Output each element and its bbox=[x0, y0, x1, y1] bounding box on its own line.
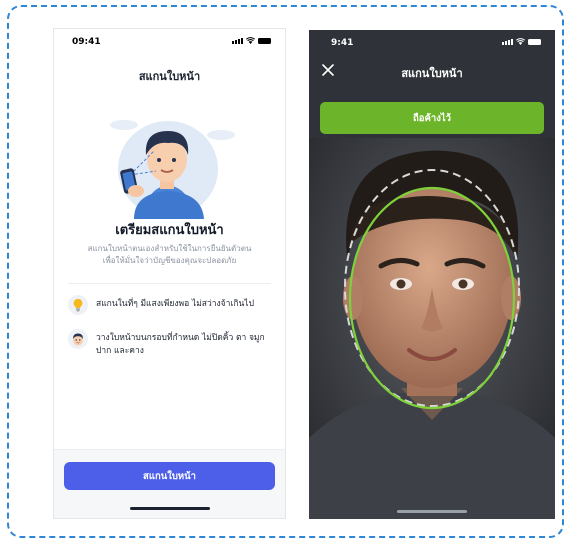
heading: เตรียมสแกนใบหน้า bbox=[115, 223, 224, 238]
bottom-sheet: สแกนใบหน้า bbox=[54, 449, 285, 518]
tip-lighting-text: สแกนในที่ๆ มีแสงเพียงพอ ไม่สว่างจ้าเกินไ… bbox=[96, 299, 254, 309]
lightbulb-icon bbox=[68, 295, 88, 315]
subtitle-line-1: สแกนใบหน้าตนเองสำหรับใช้ในการยืนยันตัวตน bbox=[87, 244, 252, 253]
status-icons bbox=[502, 38, 541, 45]
signal-icon bbox=[232, 38, 243, 44]
home-indicator bbox=[129, 507, 210, 510]
page-title: สแกนใบหน้า bbox=[138, 70, 201, 83]
intro-screen: 09:41 สแกนใบหน้า เตรียมสแกนใบหน้า สแกนใบ… bbox=[53, 28, 286, 519]
scanning-screen: 9:41 สแกนใบหน้า ถือค้างไว้ bbox=[309, 30, 555, 519]
battery-icon bbox=[258, 38, 271, 44]
status-time: 09:41 bbox=[72, 37, 101, 47]
status-icons bbox=[232, 37, 271, 44]
wifi-icon bbox=[246, 37, 255, 44]
wifi-icon bbox=[516, 38, 525, 45]
tip-lighting: สแกนในที่ๆ มีแสงเพียงพอ ไม่สว่างจ้าเกินไ… bbox=[68, 295, 275, 315]
battery-icon bbox=[528, 39, 541, 45]
subtitle-line-2: เพื่อให้มั่นใจว่าบัญชีของคุณจะปลอดภัย bbox=[102, 256, 237, 265]
tip-face-position: วางใบหน้าบนกรอบที่กำหนด ไม่ปิดคิ้ว ตา จม… bbox=[68, 329, 275, 358]
tip-face-position-text: วางใบหน้าบนกรอบที่กำหนด ไม่ปิดคิ้ว ตา จม… bbox=[96, 333, 265, 356]
scan-face-button[interactable]: สแกนใบหน้า bbox=[64, 462, 275, 490]
subtitle: สแกนใบหน้าตนเองสำหรับใช้ในการยืนยันตัวตน… bbox=[68, 243, 271, 267]
hold-still-banner: ถือค้างไว้ bbox=[320, 102, 544, 134]
divider bbox=[68, 283, 271, 284]
page-title: สแกนใบหน้า bbox=[401, 67, 463, 80]
face-icon bbox=[68, 329, 88, 349]
face-scan-illustration bbox=[110, 120, 235, 219]
home-indicator bbox=[397, 510, 467, 513]
status-bar: 09:41 bbox=[54, 29, 285, 53]
signal-icon bbox=[502, 39, 513, 45]
status-bar: 9:41 bbox=[309, 30, 555, 54]
camera-preview bbox=[309, 138, 555, 519]
status-time: 9:41 bbox=[331, 38, 354, 48]
